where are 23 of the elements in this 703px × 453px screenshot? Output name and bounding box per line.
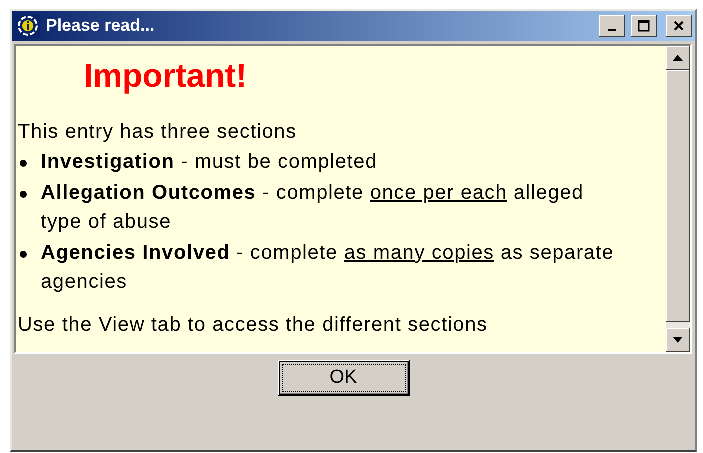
close-button[interactable] <box>666 15 692 37</box>
ok-button[interactable]: OK <box>278 360 410 396</box>
bullet-icon <box>20 191 27 198</box>
up-arrow-icon <box>673 55 683 61</box>
close-icon <box>673 20 685 32</box>
info-icon <box>16 14 40 38</box>
scroll-down-button[interactable] <box>666 328 690 352</box>
intro-text: This entry has three sections <box>18 120 298 145</box>
bullet-icon <box>20 160 27 167</box>
down-arrow-icon <box>673 337 683 343</box>
minimize-button[interactable] <box>599 15 625 37</box>
list-item-text: Investigation - must be completed <box>41 150 378 175</box>
bullet-icon <box>20 251 27 258</box>
scrollbar[interactable] <box>666 46 690 352</box>
scroll-up-button[interactable] <box>666 46 690 70</box>
heading: Important! <box>84 56 248 96</box>
window-title: Please read... <box>46 16 156 36</box>
footer-text: Use the View tab to access the different sections <box>18 313 489 338</box>
maximize-icon <box>638 20 650 32</box>
scroll-thumb[interactable] <box>666 70 690 322</box>
minimize-icon <box>608 29 616 31</box>
maximize-button[interactable] <box>631 15 657 37</box>
list-item-text: Agencies Involved - complete as many copies as separate agencies <box>41 241 616 295</box>
